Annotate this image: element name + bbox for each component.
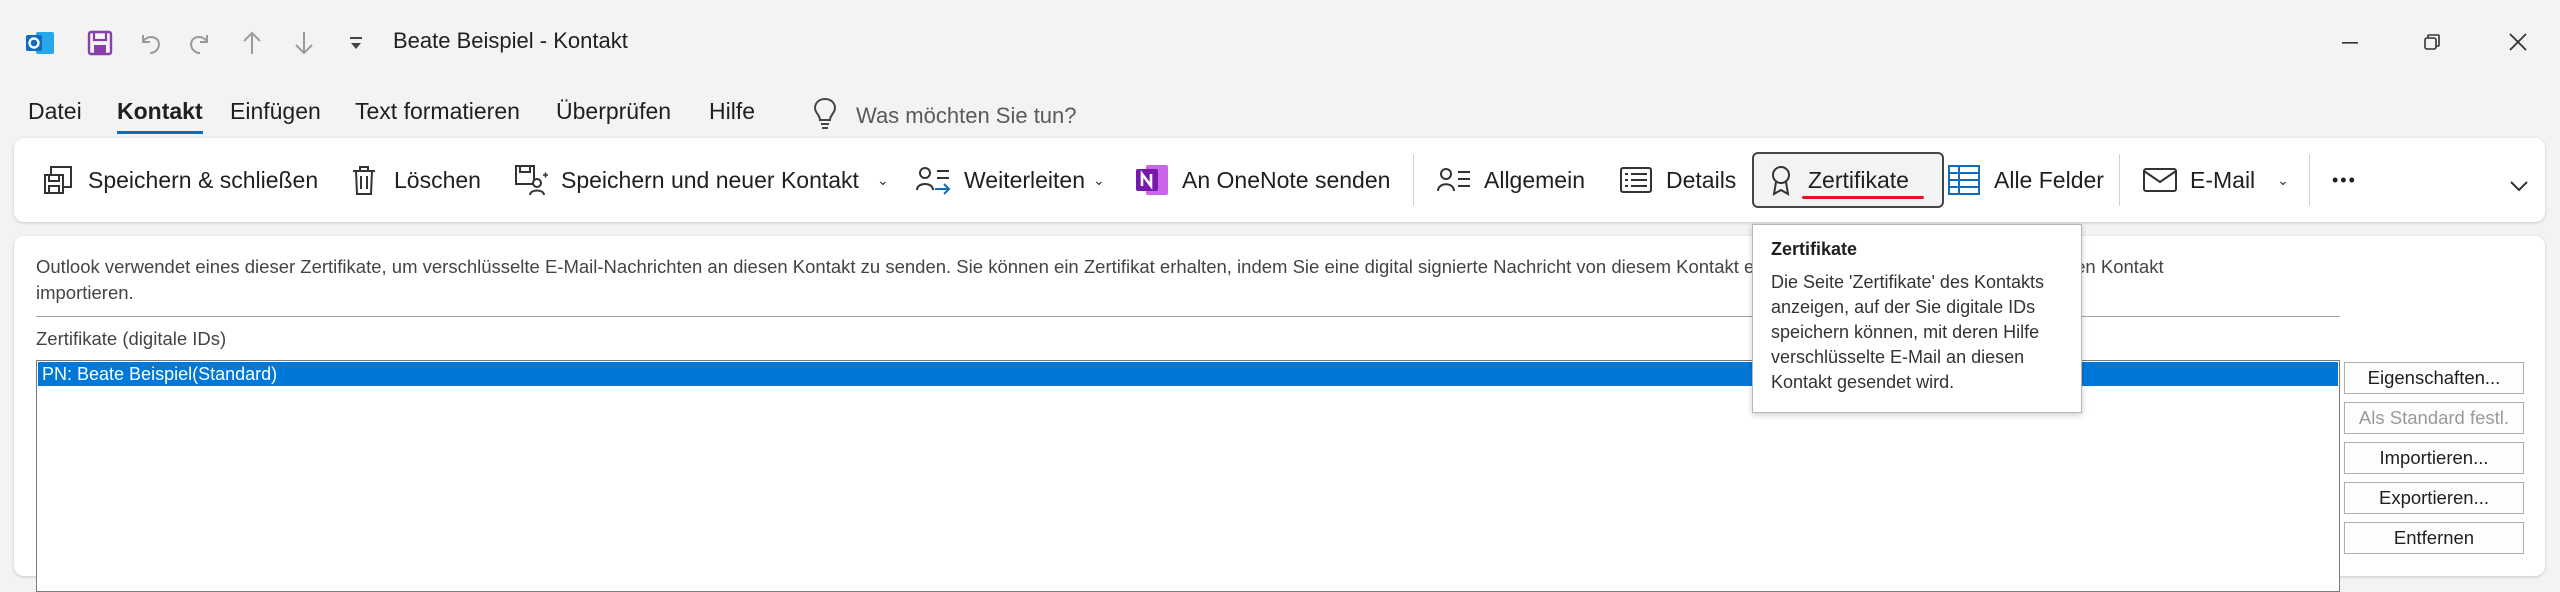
redo-icon[interactable] [180, 24, 220, 62]
save-close-icon [38, 160, 78, 200]
forward-dropdown-icon[interactable]: ⌄ [1093, 172, 1105, 189]
certificate-ribbon-icon [1764, 160, 1798, 200]
spellcheck-underline [1802, 196, 1924, 199]
certificates-tooltip: Zertifikate Die Seite 'Zertifikate' des … [1752, 224, 2082, 413]
tab-text-formatieren[interactable]: Text formatieren [355, 98, 520, 125]
certificates-label: Zertifikate [1808, 166, 1909, 193]
window-title: Beate Beispiel - Kontakt [393, 28, 628, 53]
onenote-label: An OneNote senden [1182, 166, 1391, 193]
title-bar: Beate Beispiel - Kontakt [0, 0, 2560, 86]
all-fields-button[interactable]: Alle Felder [1944, 152, 2104, 208]
trash-icon [344, 160, 384, 200]
all-fields-label: Alle Felder [1994, 166, 2104, 193]
email-label: E-Mail [2190, 166, 2256, 193]
general-button[interactable]: Allgemein [1434, 152, 1585, 208]
general-label: Allgemein [1484, 166, 1585, 193]
details-icon [1616, 160, 1656, 200]
forward-label: Weiterleiten [964, 166, 1086, 193]
tab-ueberpruefen[interactable]: Überprüfen [556, 98, 671, 125]
tab-kontakt[interactable]: Kontakt [117, 98, 203, 134]
onenote-icon [1132, 160, 1172, 200]
import-button[interactable]: Importieren... [2344, 442, 2524, 474]
properties-button[interactable]: Eigenschaften... [2344, 362, 2524, 394]
more-commands-button[interactable]: ••• [2332, 152, 2357, 208]
ribbon: Speichern & schließen Löschen Speichern … [14, 138, 2545, 222]
tab-einfuegen[interactable]: Einfügen [230, 98, 321, 125]
save-new-dropdown-icon[interactable]: ⌄ [877, 172, 889, 189]
tooltip-title: Zertifikate [1771, 239, 1858, 259]
arrow-down-icon[interactable] [284, 24, 324, 62]
details-label: Details [1666, 166, 1737, 193]
onenote-button[interactable]: An OneNote senden [1132, 152, 1390, 208]
save-new-button[interactable]: Speichern und neuer Kontakt ⌄ [511, 152, 889, 208]
close-button[interactable] [2488, 20, 2548, 64]
email-button[interactable]: E-Mail ⌄ [2140, 152, 2289, 208]
tab-hilfe[interactable]: Hilfe [709, 98, 755, 125]
tell-me-search[interactable]: Was möchten Sie tun? [812, 96, 1077, 135]
more-icon: ••• [2332, 169, 2357, 190]
close-icon [2509, 33, 2527, 51]
set-default-button[interactable]: Als Standard festl. [2344, 402, 2524, 434]
certificates-button[interactable]: Zertifikate [1752, 152, 1944, 208]
ribbon-separator [1413, 154, 1414, 206]
delete-label: Löschen [394, 166, 481, 193]
lightbulb-icon [812, 96, 838, 135]
delete-button[interactable]: Löschen [344, 152, 481, 208]
general-contact-icon [1434, 160, 1474, 200]
minimize-button[interactable] [2320, 20, 2380, 64]
all-fields-icon [1944, 160, 1984, 200]
save-icon[interactable] [80, 24, 120, 62]
certificates-list-label: Zertifikate (digitale IDs) [36, 328, 227, 349]
undo-icon[interactable] [130, 24, 170, 62]
forward-contact-icon [914, 160, 954, 200]
save-close-label: Speichern & schließen [88, 166, 319, 193]
save-new-label: Speichern und neuer Kontakt [561, 166, 859, 193]
tab-datei[interactable]: Datei [28, 98, 82, 125]
remove-button[interactable]: Entfernen [2344, 522, 2524, 554]
arrow-up-icon[interactable] [232, 24, 272, 62]
minimize-icon [2342, 42, 2358, 44]
email-dropdown-icon[interactable]: ⌄ [2277, 172, 2289, 189]
tooltip-body: Die Seite 'Zertifikate' des Kontakts anz… [1771, 272, 2044, 392]
mail-icon [2140, 160, 2180, 200]
ribbon-separator [2309, 154, 2310, 206]
save-close-button[interactable]: Speichern & schließen [38, 152, 318, 208]
ribbon-expand-button[interactable] [2508, 168, 2530, 204]
export-button[interactable]: Exportieren... [2344, 482, 2524, 514]
ribbon-separator [2119, 154, 2120, 206]
customize-toolbar-icon[interactable] [336, 24, 376, 62]
save-new-contact-icon [511, 160, 551, 200]
forward-button[interactable]: Weiterleiten ⌄ [914, 152, 1105, 208]
chevron-down-icon [2510, 181, 2528, 192]
outlook-logo-icon [20, 24, 60, 62]
certificates-page: Outlook verwendet eines dieser Zertifika… [14, 236, 2545, 592]
restore-button[interactable] [2402, 20, 2462, 64]
restore-icon [2424, 34, 2440, 50]
details-button[interactable]: Details [1616, 152, 1736, 208]
tell-me-placeholder: Was möchten Sie tun? [856, 102, 1077, 128]
